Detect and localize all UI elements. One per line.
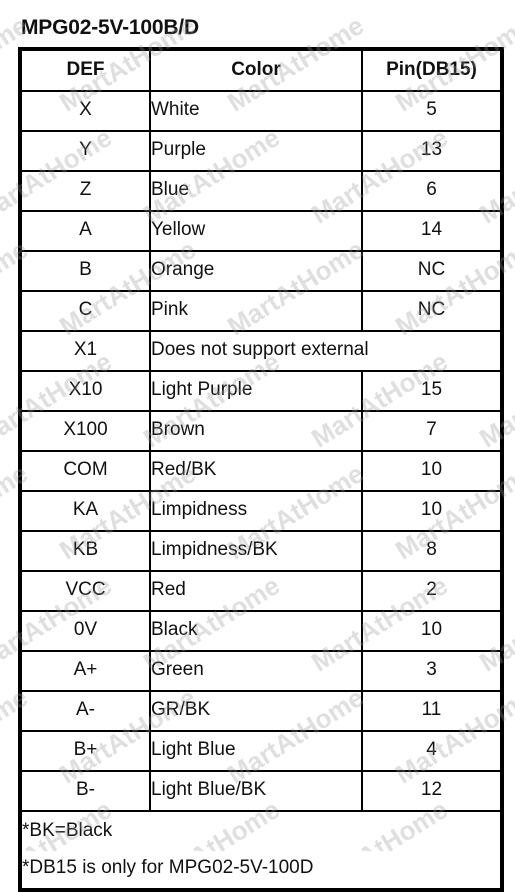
cell-pin: 8 (361, 530, 503, 572)
cell-color: Pink (149, 290, 363, 332)
table-row: KB Limpidness/BK 8 (19, 530, 503, 572)
cell-pin: 10 (361, 490, 503, 532)
cell-color: Orange (149, 250, 363, 292)
cell-pin: 2 (361, 570, 503, 612)
table-row: KA Limpidness 10 (19, 490, 503, 532)
cell-def: COM (19, 450, 151, 492)
table-row: C Pink NC (19, 290, 503, 332)
table-row: A- GR/BK 11 (19, 690, 503, 732)
footer-note-line: *BK=Black (22, 820, 113, 841)
cell-pin: 6 (361, 170, 503, 212)
cell-color: Purple (149, 130, 363, 172)
table-row: VCC Red 2 (19, 570, 503, 612)
cell-def: X10 (19, 370, 151, 412)
table-row: X White 5 (19, 90, 503, 132)
column-header-pin: Pin(DB15) (361, 48, 503, 92)
pin-assignment-table: DEF Color Pin(DB15) X White 5 Y Purple 13 Z Blu… (18, 47, 504, 892)
cell-color: Yellow (149, 210, 363, 252)
cell-color: GR/BK (149, 690, 363, 732)
cell-def: KB (19, 530, 151, 572)
cell-color: Limpidness (149, 490, 363, 532)
cell-def: X100 (19, 410, 151, 452)
cell-def: Y (19, 130, 151, 172)
cell-color: Light Blue (149, 730, 363, 772)
page-title: MPG02-5V-100B/D (21, 16, 199, 39)
cell-def: X (19, 90, 151, 132)
cell-color: Light Blue/BK (149, 770, 363, 812)
table-header-row: DEF Color Pin(DB15) (19, 48, 503, 92)
cell-color: Brown (149, 410, 363, 452)
cell-def: B (19, 250, 151, 292)
cell-pin: 15 (361, 370, 503, 412)
cell-color: Green (149, 650, 363, 692)
cell-color: Black (149, 610, 363, 652)
cell-color: Light Purple (149, 370, 363, 412)
cell-pin: 13 (361, 130, 503, 172)
table-row: B- Light Blue/BK 12 (19, 770, 503, 812)
cell-pin: 11 (361, 690, 503, 732)
cell-pin: 3 (361, 650, 503, 692)
cell-def: Z (19, 170, 151, 212)
cell-color: Red/BK (149, 450, 363, 492)
cell-def: A (19, 210, 151, 252)
cell-pin: 14 (361, 210, 503, 252)
cell-note-merged: Does not support external (149, 330, 503, 372)
table-row: Z Blue 6 (19, 170, 503, 212)
table-row: A Yellow 14 (19, 210, 503, 252)
cell-color: Blue (149, 170, 363, 212)
table-row: A+ Green 3 (19, 650, 503, 692)
table-row: B Orange NC (19, 250, 503, 292)
footer-note-line: *DB15 is only for MPG02-5V-100D (22, 857, 314, 878)
cell-def: X1 (19, 330, 151, 372)
table-row: X100 Brown 7 (19, 410, 503, 452)
cell-def: C (19, 290, 151, 332)
cell-def: KA (19, 490, 151, 532)
column-header-def: DEF (19, 48, 151, 92)
cell-pin: 7 (361, 410, 503, 452)
cell-pin: 5 (361, 90, 503, 132)
table-row: X10 Light Purple 15 (19, 370, 503, 412)
cell-pin: 10 (361, 610, 503, 652)
column-header-color: Color (149, 48, 363, 92)
table-row: 0V Black 10 (19, 610, 503, 652)
cell-def: 0V (19, 610, 151, 652)
cell-color: White (149, 90, 363, 132)
table-row: X1 Does not support external (19, 330, 503, 372)
cell-pin: 12 (361, 770, 503, 812)
cell-pin: NC (361, 250, 503, 292)
table-row: B+ Light Blue 4 (19, 730, 503, 772)
cell-color: Red (149, 570, 363, 612)
datasheet-page: MPG02-5V-100B/D DEF Color Pin(DB15) X Whi… (0, 0, 515, 892)
table-body: X White 5 Y Purple 13 Z Blue 6 A Yellow 14 B Orange NC… (19, 90, 503, 812)
table-row: Y Purple 13 (19, 130, 503, 172)
cell-pin: 10 (361, 450, 503, 492)
cell-pin: NC (361, 290, 503, 332)
cell-def: B- (19, 770, 151, 812)
table-header: DEF Color Pin(DB15) (19, 48, 503, 92)
cell-pin: 4 (361, 730, 503, 772)
cell-def: A- (19, 690, 151, 732)
cell-def: B+ (19, 730, 151, 772)
cell-def: A+ (19, 650, 151, 692)
cell-color: Limpidness/BK (149, 530, 363, 572)
table-row: COM Red/BK 10 (19, 450, 503, 492)
cell-def: VCC (19, 570, 151, 612)
